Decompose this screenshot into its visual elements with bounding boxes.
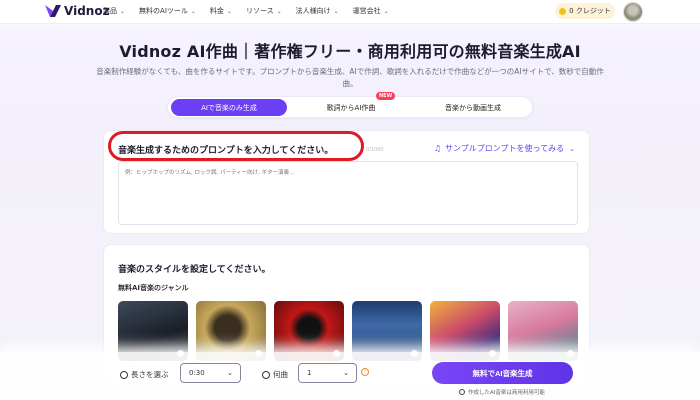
tab-label: 歌詞からAI作曲 xyxy=(326,103,376,112)
chevron-down-icon: ⌄ xyxy=(120,7,126,15)
mode-tabs: AIで音楽のみ生成 歌詞からAI作曲 音楽から動画生成 NEW xyxy=(167,92,533,118)
tab-lyrics-to-song[interactable]: 歌詞からAI作曲 xyxy=(293,99,409,116)
chevron-down-icon: ⌄ xyxy=(227,369,233,377)
coin-icon xyxy=(559,7,567,15)
length-select[interactable]: 0:30 ⌄ xyxy=(180,363,241,383)
nav-item-resources[interactable]: リソース ⌄ xyxy=(246,6,282,16)
tab-music-to-video[interactable]: 音楽から動画生成 xyxy=(415,99,531,116)
chevron-down-icon: ⌄ xyxy=(383,7,389,15)
prompt-input[interactable] xyxy=(118,161,578,225)
nav-label: リソース xyxy=(245,7,274,15)
nav-label: 無料のAIツール xyxy=(139,7,188,15)
nav-label: 料金 xyxy=(209,7,224,15)
vidnoz-logo-icon xyxy=(44,3,62,19)
char-counter: 0/1000 xyxy=(366,147,384,153)
tab-music-only[interactable]: AIで音楽のみ生成 xyxy=(171,99,287,116)
chevron-down-icon: ⌄ xyxy=(276,7,282,15)
tab-label: 音楽から動画生成 xyxy=(445,103,501,112)
chevron-down-icon: ⌄ xyxy=(343,369,349,377)
logo[interactable]: Vidnoz xyxy=(44,3,110,19)
new-badge: NEW xyxy=(376,92,396,100)
avatar[interactable] xyxy=(623,2,643,22)
nav-item-pricing[interactable]: 料金 ⌄ xyxy=(210,6,232,16)
page: Vidnoz 製品 ⌄ 無料のAIツール ⌄ 料金 ⌄ リソース ⌄ 法人様向け ⌄ 運営… xyxy=(0,0,700,400)
style-title: 音楽のスタイルを設定してください。 xyxy=(118,265,271,275)
length-label: 長さを選ぶ xyxy=(120,369,169,380)
nav-item-business[interactable]: 法人様向け ⌄ xyxy=(296,6,339,16)
nav-label: 運営会社 xyxy=(352,7,381,15)
chevron-down-icon: ⌄ xyxy=(190,7,196,15)
genre-title: 無料AI音楽のジャンル xyxy=(118,284,189,292)
nav-label: 製品 xyxy=(103,7,117,15)
count-value: 1 xyxy=(307,369,312,377)
nav-menu: 製品 ⌄ 無料のAIツール ⌄ 料金 ⌄ リソース ⌄ 法人様向け ⌄ 運営会社 ⌄ xyxy=(103,6,403,16)
tab-label: AIで音楽のみ生成 xyxy=(201,103,257,112)
nav-item-company[interactable]: 運営会社 ⌄ xyxy=(353,6,389,16)
clock-icon xyxy=(120,370,128,379)
chevron-down-icon: ⌄ xyxy=(226,7,232,15)
generate-button[interactable]: 無料でAI音楽生成 xyxy=(432,362,573,384)
count-label: 何曲 xyxy=(262,369,288,380)
sample-prompt-label: サンプルプロンプトを使ってみる xyxy=(445,144,565,153)
bottom-bar: 長さを選ぶ 0:30 ⌄ 何曲 1 ⌄ ! 無料でAI音楽生成 作成したAI音楽… xyxy=(0,352,700,400)
nav-item-products[interactable]: 製品 ⌄ xyxy=(103,6,125,16)
chevron-down-icon: ⌄ xyxy=(569,144,575,153)
nav-label: 法人様向け xyxy=(295,7,331,15)
page-description: 音楽制作経験がなくても、曲を作るサイトです。プロンプトから音楽生成、AIで作詞、… xyxy=(96,67,604,88)
length-label-text: 長さを選ぶ xyxy=(131,370,169,379)
count-label-text: 何曲 xyxy=(273,370,288,379)
credit-badge[interactable]: 0 クレジット xyxy=(555,3,615,19)
nav-item-free-ai-tools[interactable]: 無料のAIツール ⌄ xyxy=(139,6,196,16)
annotation-highlight xyxy=(108,131,364,161)
credit-label: 0 クレジット xyxy=(569,7,611,15)
count-select[interactable]: 1 ⌄ xyxy=(298,363,357,383)
page-title: Vidnoz AI作曲｜著作権フリー・商用利用可の無料音楽生成AI xyxy=(119,42,581,61)
sample-prompt-button[interactable]: ♫ サンプルプロンプトを使ってみる ⌄ xyxy=(434,143,575,154)
length-value: 0:30 xyxy=(189,369,205,377)
info-icon[interactable]: ! xyxy=(361,368,369,376)
song-count-icon xyxy=(262,370,270,379)
music-note-icon: ♫ xyxy=(433,144,441,153)
chevron-down-icon: ⌄ xyxy=(333,7,339,15)
copyright-icon xyxy=(459,389,465,395)
license-note-text: 作成したAI音楽は商用利用可能 xyxy=(468,390,545,396)
license-note: 作成したAI音楽は商用利用可能 xyxy=(459,388,545,396)
top-nav: Vidnoz 製品 ⌄ 無料のAIツール ⌄ 料金 ⌄ リソース ⌄ 法人様向け ⌄ 運営… xyxy=(0,0,700,24)
